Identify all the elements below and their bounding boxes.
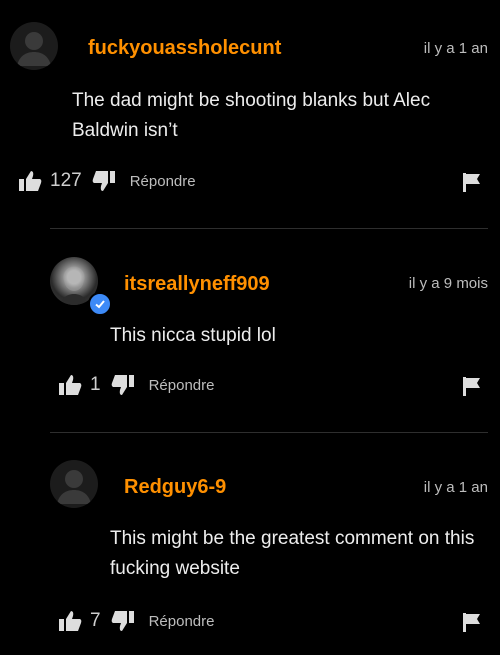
comment-username[interactable]: fuckyouassholecunt xyxy=(88,37,281,60)
like-count: 127 xyxy=(50,170,82,191)
flag-icon[interactable] xyxy=(462,376,482,401)
comment-text: This nicca stupid lol xyxy=(110,325,276,346)
comment-time: il y a 1 an xyxy=(423,479,488,496)
default-user-icon xyxy=(17,32,51,66)
thumbs-up-icon[interactable] xyxy=(58,374,82,396)
thumbs-down-icon[interactable] xyxy=(92,170,116,192)
thumbs-down-icon[interactable] xyxy=(111,374,135,396)
avatar[interactable] xyxy=(50,460,98,508)
default-user-icon xyxy=(57,470,91,504)
comment-time: il y a 1 an xyxy=(423,40,488,57)
comment: itsreallyneff909 il y a 9 mois This nicc… xyxy=(0,229,500,432)
reply-button[interactable]: Répondre xyxy=(149,613,215,630)
comment-username[interactable]: itsreallyneff909 xyxy=(124,273,270,296)
flag-icon[interactable] xyxy=(462,612,482,637)
comment-text: The dad might be shooting blanks but Ale… xyxy=(72,90,431,141)
thumbs-up-icon[interactable] xyxy=(18,170,42,192)
comment-actions: 127 Répondre xyxy=(18,170,196,192)
comment-username[interactable]: Redguy6-9 xyxy=(124,476,226,499)
reply-button[interactable]: Répondre xyxy=(149,377,215,394)
comment-actions: 1 Répondre xyxy=(58,374,214,396)
flag-icon[interactable] xyxy=(462,172,482,197)
like-count: 1 xyxy=(90,374,101,395)
comment: Redguy6-9 il y a 1 an This might be the … xyxy=(0,433,500,655)
comment-time: il y a 9 mois xyxy=(408,275,488,292)
comment: fuckyouassholecunt il y a 1 an The dad m… xyxy=(0,0,500,215)
comment-actions: 7 Répondre xyxy=(58,610,214,632)
verified-badge-icon xyxy=(88,292,112,316)
thumbs-up-icon[interactable] xyxy=(58,610,82,632)
thumbs-down-icon[interactable] xyxy=(111,610,135,632)
avatar[interactable] xyxy=(10,22,58,70)
comment-text: This might be the greatest comment on th… xyxy=(110,528,475,579)
like-count: 7 xyxy=(90,610,101,631)
reply-button[interactable]: Répondre xyxy=(130,173,196,190)
